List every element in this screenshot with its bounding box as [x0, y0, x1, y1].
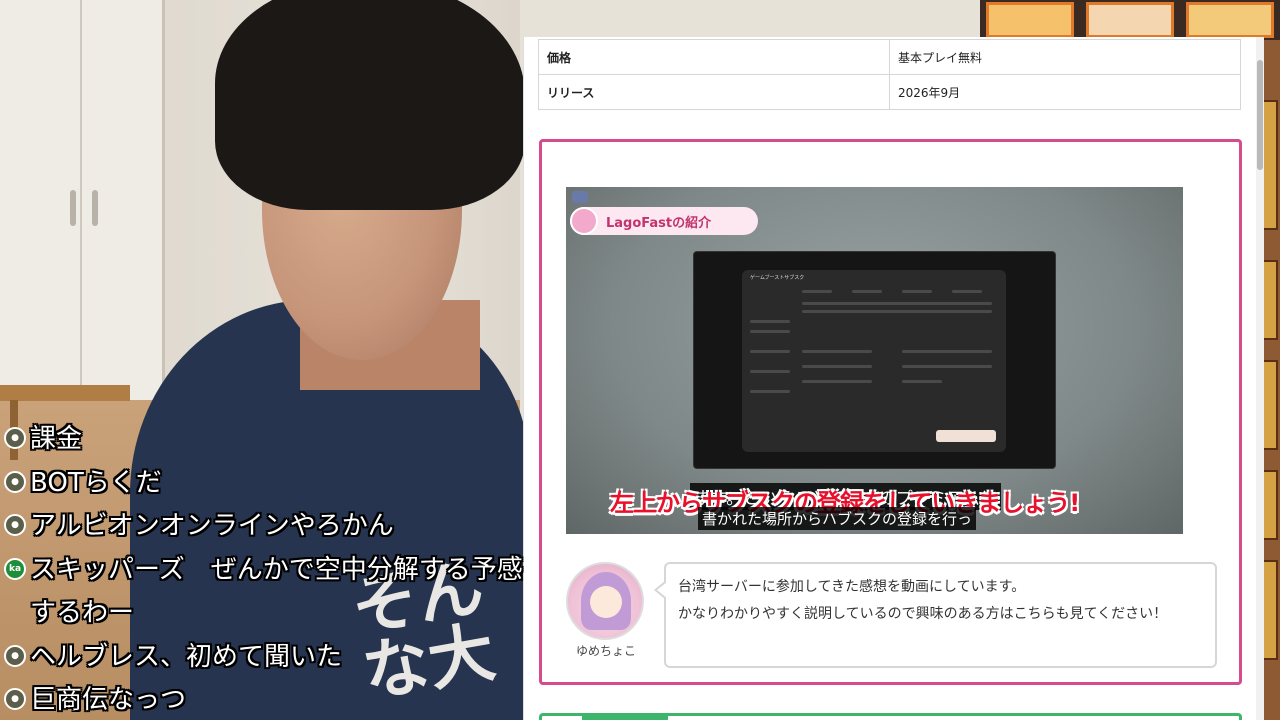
comment-text: アルビオンオンラインやろかん: [30, 511, 394, 541]
bubble-text: 台湾サーバーに参加してきた感想を動画にしています。: [678, 579, 1026, 595]
bubble-text: かなりわかりやすく説明しているので興味のある方はこちらも見てください！: [678, 606, 1168, 622]
video-section: LagoFastの紹介 ゲームブーストサブスク ます。ということで左上のプレミア…: [539, 139, 1242, 685]
comment-text: スキッパーズ ぜんかで空中分解する予感するわー: [30, 554, 523, 628]
subscribe-button: [936, 430, 996, 442]
speech-bubble: 台湾サーバーに参加してきた感想を動画にしています。 かなりわかりやすく説明してい…: [664, 562, 1217, 668]
subscription-modal: ゲームブーストサブスク: [742, 270, 1006, 452]
avatar: [566, 562, 644, 640]
table-value: 基本プレイ無料: [889, 39, 1241, 75]
thumbnail[interactable]: [1186, 2, 1274, 38]
info-table: 価格 基本プレイ無料 リリース 2026年9月: [538, 39, 1241, 110]
comment-text: 巨商伝なっつ: [30, 685, 187, 715]
comment-list: ● 課金 ● BOTらくだ ● アルビオンオンラインやろかん ka スキッパーズ…: [0, 418, 540, 720]
table-key: 価格: [538, 39, 890, 75]
comment-item: ● ヘルブレス、初めて聞いた: [0, 636, 540, 680]
user-icon: ●: [4, 427, 26, 449]
comment-item: ka スキッパーズ ぜんかで空中分解する予感するわー: [0, 549, 540, 636]
author-block: ゆめちょこ: [566, 562, 646, 659]
user-icon: ●: [4, 470, 26, 493]
video-badge: LagoFastの紹介: [570, 207, 758, 235]
video-player[interactable]: LagoFastの紹介 ゲームブーストサブスク ます。ということで左上のプレミア…: [566, 187, 1183, 534]
thumbnail[interactable]: [1086, 2, 1174, 38]
thumbnail-strip: [980, 0, 1280, 40]
thumbnail[interactable]: [986, 2, 1074, 38]
app-screenshot: ゲームブーストサブスク: [694, 252, 1055, 468]
comment-item: ● 課金: [0, 418, 540, 462]
user-icon: ●: [4, 644, 26, 667]
closet-door: [0, 0, 165, 420]
next-section: [539, 713, 1242, 720]
comment-item: ● 巨商伝なっつ: [0, 679, 540, 720]
table-key: リリース: [538, 74, 890, 110]
comment-text: 課金: [30, 424, 83, 454]
user-icon: ●: [4, 514, 26, 536]
author-name: ゆめちょこ: [575, 644, 636, 658]
channel-logo-icon: [572, 191, 588, 203]
subtitle-line: 書かれた場所からハブスクの登録を行っ: [698, 507, 977, 530]
comment-text: ヘルブレス、初めて聞いた: [30, 641, 343, 672]
comment-item: ● BOTらくだ: [0, 462, 540, 506]
comment-text: BOTらくだ: [30, 467, 162, 498]
table-value: 2026年9月: [889, 74, 1241, 110]
table-row: リリース 2026年9月: [538, 74, 1241, 110]
comment-item: ● アルビオンオンラインやろかん: [0, 505, 540, 549]
stream-screen: そんな大 価格 基本プレイ無料 リリース 2026年9月 LagoFastの紹介…: [0, 0, 1280, 720]
scrollbar-thumb[interactable]: [1257, 60, 1263, 170]
streamer-hair: [215, 0, 525, 210]
browser-page: 価格 基本プレイ無料 リリース 2026年9月 LagoFastの紹介 ゲームブ…: [523, 37, 1258, 720]
user-badge-icon: ka: [4, 557, 26, 580]
table-row: 価格 基本プレイ無料: [538, 39, 1241, 75]
avatar-icon: [570, 207, 598, 235]
video-badge-label: LagoFastの紹介: [606, 215, 712, 231]
section-label: [582, 713, 668, 720]
user-icon: ●: [4, 688, 26, 710]
side-table: [0, 385, 130, 401]
